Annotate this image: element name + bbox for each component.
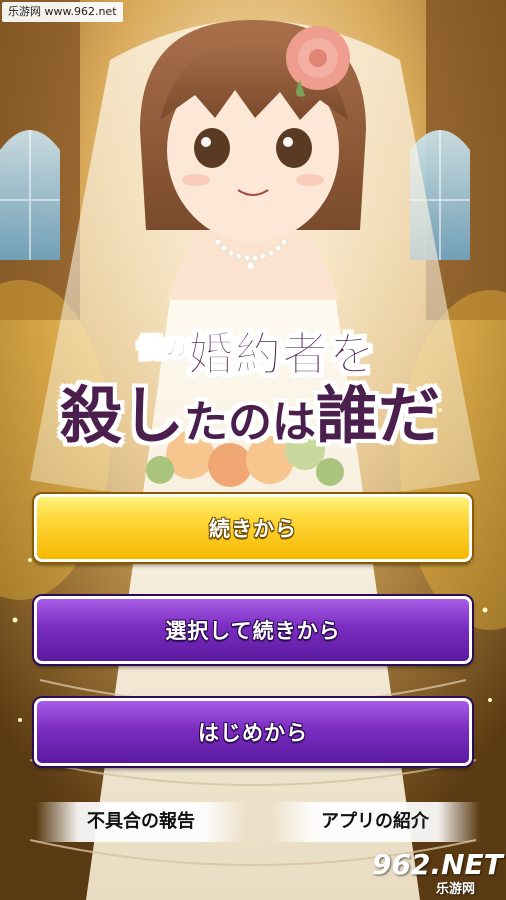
select-continue-button-label: 選択して続きから [165,619,341,643]
bug-report-link[interactable]: 不具合の報告 [36,802,246,842]
new-game-button-label: はじめから [198,721,308,745]
watermark-site-label: 乐游网 www.962.net [2,2,123,22]
new-game-button[interactable]: はじめから [34,698,472,766]
watermark-logo-sub: 乐游网 [436,882,476,897]
select-continue-button[interactable]: 選択して続きから [34,596,472,664]
watermark-logo-main: 962.NET [372,848,503,881]
continue-button-label: 続きから [209,517,297,541]
watermark-logo: 962.NET 乐游网 [362,846,503,898]
continue-button[interactable]: 続きから [34,494,472,562]
app-intro-link[interactable]: アプリの紹介 [270,802,480,842]
